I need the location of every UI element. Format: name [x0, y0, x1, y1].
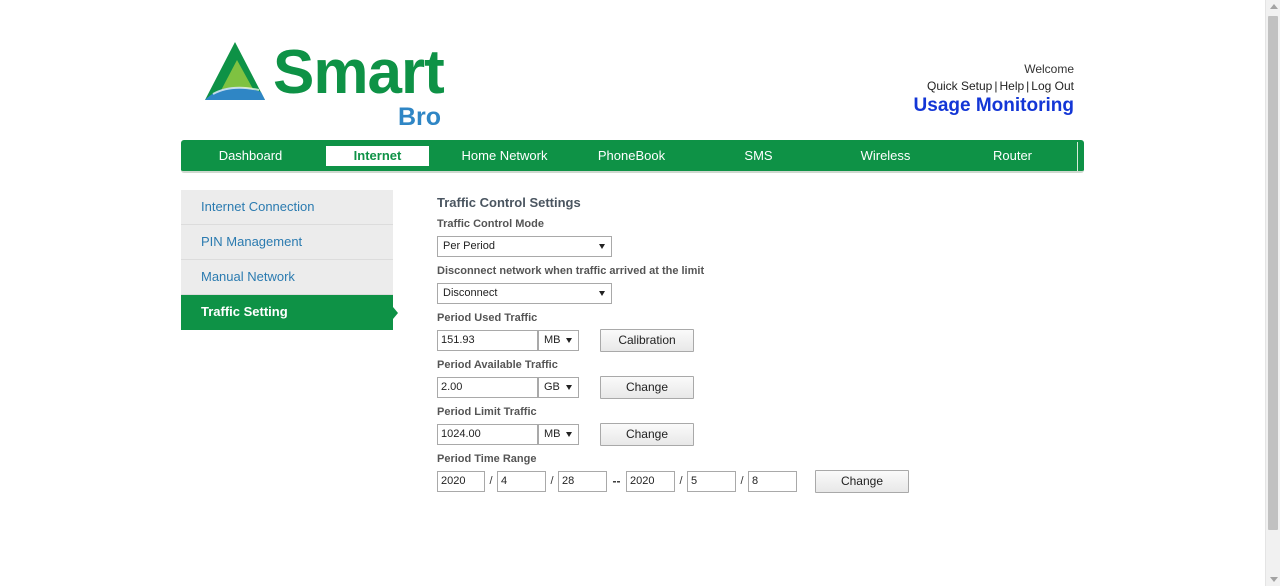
nav-divider [1077, 142, 1078, 171]
nav-dashboard[interactable]: Dashboard [187, 146, 314, 166]
traffic-control-form: Traffic Control Settings Traffic Control… [437, 195, 937, 500]
limit-traffic-input[interactable] [437, 423, 538, 445]
main-nav: Dashboard Internet Home Network PhoneBoo… [181, 140, 1084, 173]
used-traffic-unit-select[interactable]: MB [538, 329, 579, 351]
nav-internet[interactable]: Internet [326, 145, 429, 166]
section-title: Traffic Control Settings [437, 195, 581, 210]
dropdown-arrow-icon [566, 384, 572, 390]
date-separator: / [679, 475, 683, 487]
sidebar-item-internet-connection[interactable]: Internet Connection [181, 190, 393, 225]
disconnect-label: Disconnect network when traffic arrived … [437, 265, 705, 277]
limit-traffic-group: Period Limit Traffic MB Change [437, 406, 937, 446]
smart-triangle-logo-icon [205, 42, 265, 100]
end-year-input[interactable] [626, 470, 675, 492]
smart-bro-logo: Smart Bro [203, 38, 445, 131]
mode-value: Per Period [443, 239, 495, 252]
date-separator: / [489, 475, 493, 487]
nav-wireless[interactable]: Wireless [822, 146, 949, 166]
dropdown-arrow-icon [599, 290, 605, 296]
dropdown-arrow-icon [566, 431, 572, 437]
sidebar-item-pin-management[interactable]: PIN Management [181, 225, 393, 260]
disconnect-select[interactable]: Disconnect [437, 282, 612, 304]
end-month-input[interactable] [687, 470, 736, 492]
calibration-button[interactable]: Calibration [600, 328, 694, 352]
available-traffic-input[interactable] [437, 376, 538, 398]
sidebar: Internet Connection PIN Management Manua… [181, 190, 398, 330]
start-year-input[interactable] [437, 470, 485, 492]
vertical-scrollbar[interactable] [1265, 0, 1280, 586]
available-traffic-group: Period Available Traffic GB Change [437, 359, 937, 399]
limit-traffic-label: Period Limit Traffic [437, 406, 537, 418]
used-traffic-input[interactable] [437, 329, 538, 351]
nav-router[interactable]: Router [949, 146, 1076, 166]
header-user-area: Welcome Quick Setup | Help | Log Out Usage M… [914, 62, 1074, 117]
change-time-range-button[interactable]: Change [815, 469, 909, 493]
range-separator: -- [612, 474, 621, 488]
page-title: Usage Monitoring [913, 95, 1074, 116]
scrollbar-thumb[interactable] [1268, 16, 1278, 530]
mode-group: Traffic Control Mode Per Period [437, 218, 937, 257]
change-limit-button[interactable]: Change [600, 422, 694, 446]
nav-phonebook[interactable]: PhoneBook [568, 146, 695, 166]
quick-setup-link[interactable]: Quick Setup [927, 79, 992, 93]
available-unit-value: GB [544, 380, 560, 393]
disconnect-group: Disconnect network when traffic arrived … [437, 265, 937, 304]
scroll-down-arrow-icon[interactable] [1270, 577, 1278, 582]
sidebar-item-traffic-setting[interactable]: Traffic Setting [181, 295, 398, 330]
start-month-input[interactable] [497, 470, 546, 492]
brand-sub: Bro [398, 103, 442, 131]
disconnect-value: Disconnect [443, 286, 498, 299]
help-link[interactable]: Help [999, 79, 1024, 93]
welcome-text: Welcome [1024, 62, 1074, 76]
scroll-up-arrow-icon[interactable] [1270, 4, 1278, 9]
log-out-link[interactable]: Log Out [1031, 79, 1074, 93]
sidebar-item-manual-network[interactable]: Manual Network [181, 260, 393, 295]
header-links: Quick Setup | Help | Log Out [914, 79, 1074, 93]
mode-label: Traffic Control Mode [437, 218, 544, 230]
time-range-group: Period Time Range / / -- / / Change [437, 453, 937, 493]
nav-sms[interactable]: SMS [695, 146, 822, 166]
used-unit-value: MB [544, 333, 561, 346]
change-available-button[interactable]: Change [600, 375, 694, 399]
available-traffic-unit-select[interactable]: GB [538, 376, 579, 398]
limit-unit-value: MB [544, 427, 561, 440]
end-day-input[interactable] [748, 470, 797, 492]
limit-traffic-unit-select[interactable]: MB [538, 423, 579, 445]
date-separator: / [740, 475, 744, 487]
nav-home-network[interactable]: Home Network [441, 146, 568, 166]
used-traffic-group: Period Used Traffic MB Calibration [437, 312, 937, 352]
start-day-input[interactable] [558, 470, 607, 492]
time-range-label: Period Time Range [437, 453, 537, 465]
date-separator: / [550, 475, 554, 487]
used-traffic-label: Period Used Traffic [437, 312, 538, 324]
dropdown-arrow-icon [599, 243, 605, 249]
traffic-control-mode-select[interactable]: Per Period [437, 235, 612, 257]
available-traffic-label: Period Available Traffic [437, 359, 558, 371]
dropdown-arrow-icon [566, 337, 572, 343]
brand-name: Smart [273, 38, 445, 107]
